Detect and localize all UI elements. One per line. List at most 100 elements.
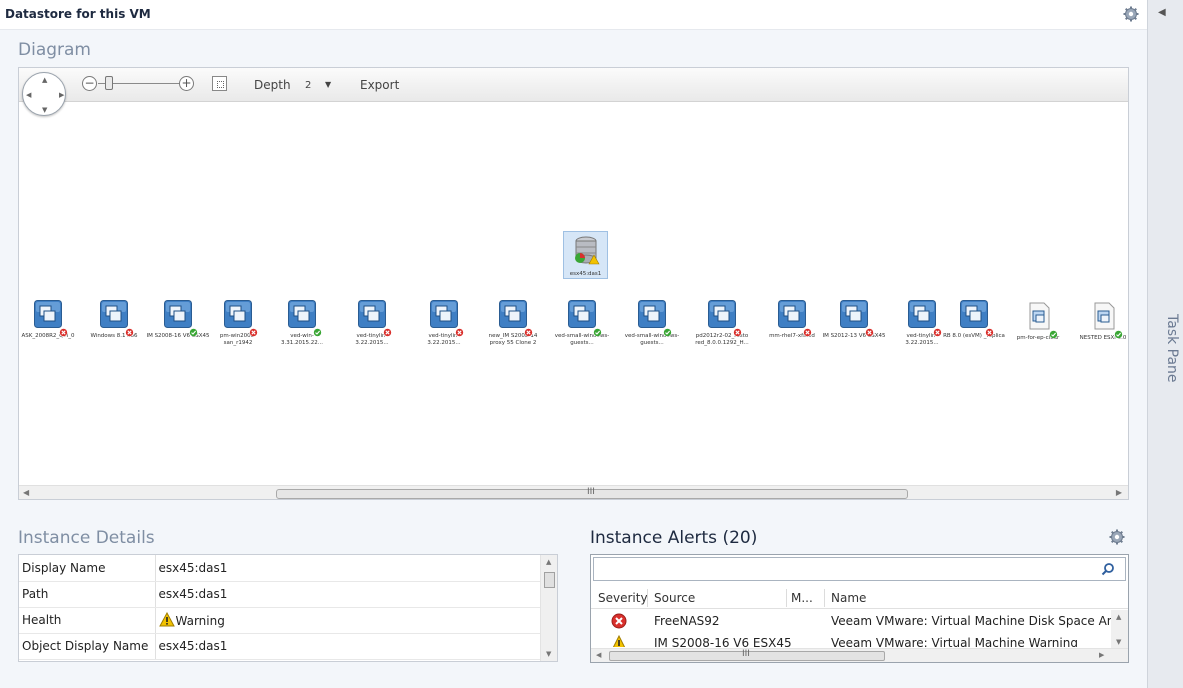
alerts-search[interactable]: [593, 557, 1126, 581]
column-name[interactable]: Name: [831, 591, 866, 605]
alerts-vertical-scrollbar[interactable]: ▲ ▼: [1111, 610, 1128, 648]
pan-left-icon[interactable]: ◀: [26, 91, 31, 99]
alert-source: FreeNAS92: [654, 614, 720, 628]
vm-node[interactable]: RB 8.0 (esVM) _replica: [942, 300, 1006, 347]
healthy-status-icon: [1049, 324, 1058, 339]
datastore-name: esx45:das1: [569, 271, 602, 277]
detail-value: esx45:das1: [155, 555, 541, 582]
healthy-status-icon: [189, 322, 198, 337]
table-row[interactable]: IM S2008-16 V6 ESX45 Veeam VMware: Virtu…: [591, 632, 1111, 647]
vm-node[interactable]: pd2012r2-02_resto red_8.0.0.1292_H...: [690, 300, 754, 347]
details-vertical-scrollbar[interactable]: ▲ ▼: [540, 555, 557, 661]
zoom-in-icon[interactable]: +: [179, 76, 194, 91]
error-icon: [611, 613, 627, 629]
task-pane-label[interactable]: Task Pane: [1152, 314, 1180, 404]
scroll-right-icon[interactable]: ▶: [1099, 651, 1104, 659]
vm-node-name: ved-small-windows-guests...: [624, 333, 680, 346]
detail-key: Health: [19, 607, 156, 634]
vm-node-name: ved-win-3.31.2015.22...: [281, 333, 323, 346]
instance-alerts-title: Instance Alerts (20): [590, 528, 758, 548]
fit-to-window-icon[interactable]: [212, 76, 227, 91]
zoom-slider-thumb[interactable]: [105, 76, 113, 90]
alerts-settings-gear-icon[interactable]: [1109, 529, 1125, 545]
search-icon[interactable]: [1101, 562, 1115, 576]
export-button[interactable]: Export: [360, 78, 399, 92]
vm-node-name: new_IM S2008-14 proxy 55 Clone 2: [488, 333, 538, 346]
virtual-machine-icon: [840, 300, 874, 337]
critical-status-icon: [249, 322, 258, 337]
pan-navigator[interactable]: ▲ ▼ ◀ ▶: [22, 72, 66, 116]
vm-node[interactable]: NESTED ESXi 6.0: [1071, 302, 1135, 349]
scrollbar-thumb[interactable]: III: [609, 649, 885, 661]
vm-node-name: mm-rhel7-xfsted: [769, 333, 815, 339]
diagram-horizontal-scrollbar[interactable]: ◀ III ▶: [19, 485, 1128, 499]
depth-select[interactable]: 2: [305, 80, 311, 91]
vm-node[interactable]: ved-small-windows-guests...: [550, 300, 614, 347]
scroll-down-icon[interactable]: ▼: [546, 650, 551, 658]
vm-node[interactable]: ved-small-windows-guests...: [620, 300, 684, 347]
scrollbar-thumb[interactable]: [544, 572, 555, 588]
diagram-canvas[interactable]: − + Depth 2 ▼ Export ▲ ▼ ◀ ▶ esx45:das1 …: [18, 67, 1129, 500]
alerts-horizontal-scrollbar[interactable]: ◀ III ▶: [591, 648, 1128, 662]
vm-node-name: pm-win2003-san_r1942: [219, 333, 257, 346]
scroll-down-icon[interactable]: ▼: [1116, 638, 1121, 646]
pan-up-icon[interactable]: ▲: [42, 76, 47, 84]
collapse-arrow-icon[interactable]: ◀: [1158, 7, 1166, 18]
table-row: Path esx45:das1: [19, 581, 541, 608]
warning-icon: [612, 635, 626, 647]
zoom-out-icon[interactable]: −: [82, 76, 97, 91]
vm-node[interactable]: ASK_2008R2_QM_0: [16, 300, 80, 347]
healthy-status-icon: [1114, 324, 1123, 339]
datastore-node[interactable]: esx45:das1: [563, 231, 608, 279]
table-row[interactable]: FreeNAS92 Veeam VMware: Virtual Machine …: [591, 610, 1128, 632]
vm-node[interactable]: ved-tinylin-3.22.2015...: [412, 300, 476, 347]
detail-key: Object Display Name: [19, 633, 156, 660]
vm-node-name: pm-for-ep-clear: [1016, 335, 1060, 341]
title-bar: Datastore for this VM: [0, 0, 1147, 30]
vm-node[interactable]: IM S2012-13 V6 ESX45: [822, 300, 886, 347]
virtual-machine-icon: [100, 300, 134, 337]
scroll-up-icon[interactable]: ▲: [1116, 613, 1121, 621]
vm-node-name: RB 8.0 (esVM) _replica: [943, 333, 1005, 339]
pan-down-icon[interactable]: ▼: [42, 106, 47, 114]
health-text: Warning: [175, 614, 225, 628]
alerts-grid-body: FreeNAS92 Veeam VMware: Virtual Machine …: [591, 610, 1128, 647]
instance-details-panel: Display Name esx45:das1 Path esx45:das1 He…: [18, 554, 558, 662]
virtual-machine-icon: [568, 300, 602, 337]
scroll-up-icon[interactable]: ▲: [546, 558, 551, 566]
column-severity[interactable]: Severity: [598, 591, 648, 605]
scrollbar-thumb[interactable]: III: [276, 487, 908, 499]
vm-node[interactable]: pm-win2003-san_r1942: [206, 300, 270, 347]
scroll-left-icon[interactable]: ◀: [23, 488, 29, 497]
alert-source: IM S2008-16 V6 ESX45: [654, 636, 792, 647]
detail-value: esx45:das1: [155, 581, 541, 608]
virtual-machine-icon: [224, 300, 258, 337]
table-row: Health Warning: [19, 607, 541, 634]
detail-value: esx45:das1: [155, 633, 541, 660]
task-pane[interactable]: ◀ Task Pane: [1147, 0, 1183, 688]
column-m[interactable]: M...: [791, 591, 813, 605]
vm-node[interactable]: new_IM S2008-14 proxy 55 Clone 2: [481, 300, 545, 347]
critical-status-icon: [455, 322, 464, 337]
critical-status-icon: [985, 322, 994, 337]
detail-key: Display Name: [19, 555, 156, 582]
diagram-toolbar: − + Depth 2 ▼ Export: [19, 68, 1128, 102]
vm-node[interactable]: ved-win-3.31.2015.22...: [270, 300, 334, 347]
instance-details-title: Instance Details: [18, 528, 155, 548]
alerts-search-input[interactable]: [594, 558, 1094, 580]
vm-node[interactable]: pm-for-ep-clear: [1006, 302, 1070, 349]
vm-node[interactable]: IM S2008-16 V6 ESX45: [146, 300, 210, 347]
settings-gear-icon[interactable]: [1123, 6, 1139, 22]
vm-node[interactable]: mm-rhel7-xfsted: [760, 300, 824, 347]
column-source[interactable]: Source: [654, 591, 695, 605]
pan-right-icon[interactable]: ▶: [59, 91, 64, 99]
vm-node[interactable]: ved-tinylin-3.22.2015...: [340, 300, 404, 347]
vm-node[interactable]: Windows 8.1 x86: [82, 300, 146, 347]
critical-status-icon: [933, 322, 942, 337]
page-title: Datastore for this VM: [5, 7, 151, 21]
chevron-down-icon[interactable]: ▼: [325, 80, 331, 89]
scroll-left-icon[interactable]: ◀: [596, 651, 601, 659]
table-row: Object Display Name esx45:das1: [19, 633, 541, 660]
diagram-title: Diagram: [18, 40, 91, 60]
scroll-right-icon[interactable]: ▶: [1116, 488, 1122, 497]
